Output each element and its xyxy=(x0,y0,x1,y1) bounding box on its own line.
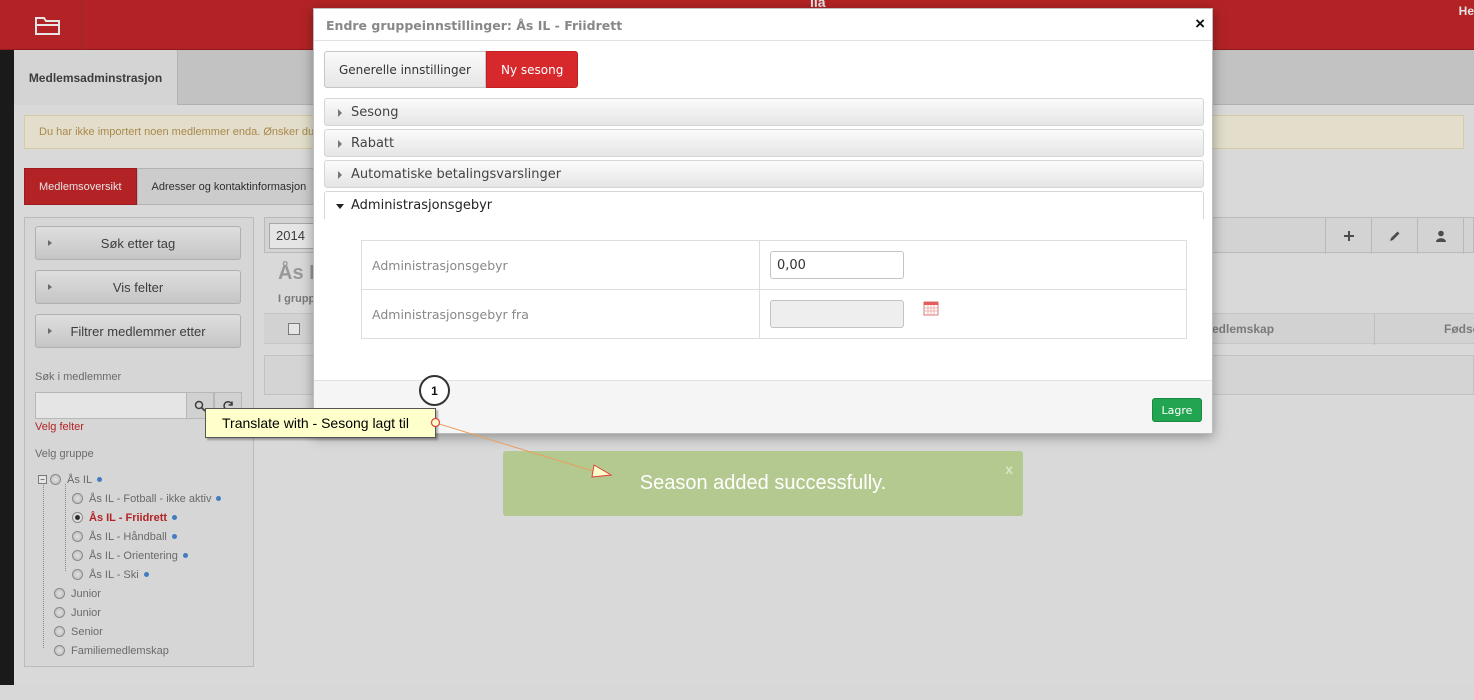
save-button[interactable]: Lagre xyxy=(1152,398,1202,422)
accordion-label: Automatiske betalingsvarslinger xyxy=(351,166,562,182)
annotation-callout: Translate with - Sesong lagt til xyxy=(205,408,436,438)
accordion-sesong[interactable]: Sesong xyxy=(324,98,1204,126)
group-settings-modal: Endre gruppeinnstillinger: Ås IL - Friid… xyxy=(313,8,1213,434)
accordion-administrasjonsgebyr[interactable]: Administrasjonsgebyr xyxy=(324,191,1204,219)
caret-right-icon xyxy=(338,140,342,148)
caret-right-icon xyxy=(338,109,342,117)
accordion-betalingsvarslinger[interactable]: Automatiske betalingsvarslinger xyxy=(324,160,1204,188)
callout-text: Translate with - Sesong lagt til xyxy=(222,415,410,431)
step-number-badge: 1 xyxy=(419,375,450,406)
fee-from-label: Administrasjonsgebyr fra xyxy=(372,307,529,322)
fee-label: Administrasjonsgebyr xyxy=(372,258,508,273)
modal-header: Endre gruppeinnstillinger: Ås IL - Friid… xyxy=(314,9,1212,41)
bottom-band xyxy=(0,685,1474,700)
close-icon[interactable]: × xyxy=(1195,14,1205,34)
form-row-fee: Administrasjonsgebyr xyxy=(362,241,1186,290)
modal-title: Endre gruppeinnstillinger: Ås IL - Friid… xyxy=(326,18,623,33)
accordion-label: Administrasjonsgebyr xyxy=(351,198,493,213)
tab-ny-sesong[interactable]: Ny sesong xyxy=(485,51,579,88)
accordion-rabatt[interactable]: Rabatt xyxy=(324,129,1204,157)
notification-message: Season added successfully. xyxy=(639,472,887,494)
fee-from-date-input[interactable] xyxy=(770,300,904,328)
admin-fee-form: Administrasjonsgebyr Administrasjonsgeby… xyxy=(361,240,1187,339)
fee-input[interactable] xyxy=(770,251,904,279)
tab-generelle-innstillinger[interactable]: Generelle innstillinger xyxy=(324,51,486,88)
accordion-label: Rabatt xyxy=(351,135,395,151)
calendar-icon[interactable] xyxy=(923,300,939,316)
accordion-label: Sesong xyxy=(351,104,399,120)
success-notification: Season added successfully. x xyxy=(503,451,1023,516)
caret-down-icon xyxy=(336,204,344,209)
notification-close-button[interactable]: x xyxy=(1005,461,1013,477)
callout-anchor-dot xyxy=(430,417,441,428)
caret-right-icon xyxy=(338,171,342,179)
form-row-fee-from: Administrasjonsgebyr fra xyxy=(362,289,1186,338)
modal-tabs: Generelle innstillinger Ny sesong xyxy=(324,51,579,88)
